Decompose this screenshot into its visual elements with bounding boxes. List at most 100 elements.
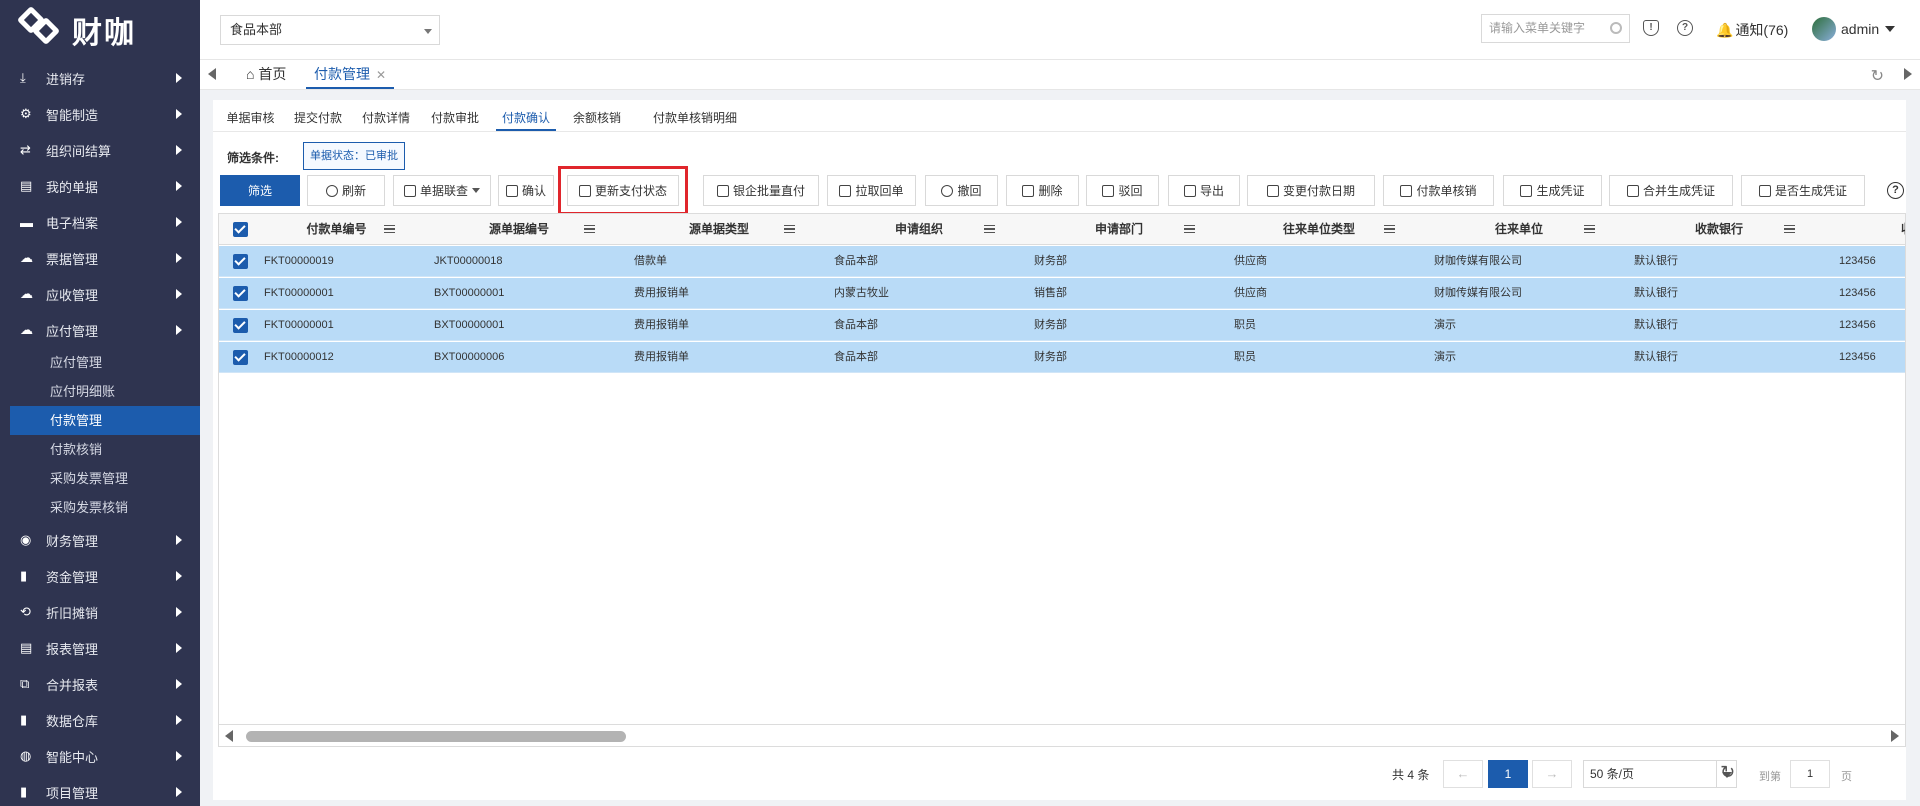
sidebar-subitem[interactable]: 付款管理 <box>10 406 200 435</box>
help-icon[interactable]: ? <box>1887 182 1904 199</box>
column-menu-icon[interactable] <box>984 225 995 233</box>
sidebar-item[interactable]: ◉ 财务管理 <box>0 522 200 558</box>
sidebar-item[interactable]: ⟲ 折旧摊销 <box>0 594 200 630</box>
goto-page-input[interactable]: 1 <box>1790 760 1830 788</box>
table-row[interactable]: FKT00000001 BXT00000001 费用报销单 内蒙古牧业 销售部 供应商 财咖… <box>219 278 1905 309</box>
sidebar-subitem[interactable]: 采购发票核销 <box>0 493 200 522</box>
row-checkbox[interactable] <box>233 318 248 333</box>
table-row[interactable]: FKT00000019 JKT00000018 借款单 食品本部 财务部 供应商 财咖传媒有… <box>219 246 1905 277</box>
reject-button[interactable]: 驳回 <box>1086 175 1159 206</box>
bank-batch-pay-button[interactable]: 银企批量直付 <box>703 175 819 206</box>
help-icon[interactable]: ? <box>1677 20 1693 36</box>
scroll-left-icon[interactable] <box>225 730 233 742</box>
sidebar-item[interactable]: ⇄ 组织间结算 <box>0 132 200 168</box>
scroll-right-icon[interactable] <box>1891 730 1899 742</box>
column-header[interactable]: 申请部门 <box>1019 214 1219 245</box>
row-checkbox[interactable] <box>233 286 248 301</box>
column-menu-icon[interactable] <box>784 225 795 233</box>
fetch-receipt-button[interactable]: 拉取回单 <box>827 175 916 206</box>
shield-icon[interactable]: ! <box>1643 20 1659 36</box>
column-menu-icon[interactable] <box>1784 225 1795 233</box>
refresh-button[interactable]: 刷新 <box>307 175 385 206</box>
notification-link[interactable]: 🔔 通知(76) <box>1716 20 1788 40</box>
column-header[interactable]: 源单据编号 <box>419 214 619 245</box>
column-menu-icon[interactable] <box>584 225 595 233</box>
sub-tab[interactable]: 单据审核 <box>219 107 282 131</box>
scrollbar-thumb[interactable] <box>246 731 626 742</box>
reload-icon[interactable]: ↻ <box>1720 762 1735 783</box>
page-button[interactable]: 1 <box>1488 760 1528 788</box>
close-icon[interactable]: ✕ <box>376 68 386 82</box>
page-size-select[interactable]: 50 条/页 <box>1583 760 1737 788</box>
refresh-tab-icon[interactable]: ↻ <box>1871 66 1884 86</box>
filter-button[interactable]: 筛选 <box>220 175 300 206</box>
tab-scroll-left-icon[interactable] <box>208 68 216 80</box>
table-row[interactable]: FKT00000012 BXT00000006 费用报销单 食品本部 财务部 职员 演示 默认… <box>219 342 1905 373</box>
sidebar-item[interactable]: ☁ 应付管理 <box>0 312 200 348</box>
sidebar-subitem[interactable]: 付款核销 <box>0 435 200 464</box>
sidebar-item[interactable]: ▮ 数据仓库 <box>0 702 200 738</box>
sidebar-item[interactable]: ▤ 我的单据 <box>0 168 200 204</box>
next-page-button[interactable]: → <box>1532 760 1572 788</box>
sidebar-item[interactable]: ▮ 项目管理 <box>0 774 200 806</box>
column-header[interactable]: 源单据类型 <box>619 214 819 245</box>
horizontal-scrollbar[interactable] <box>219 724 1905 746</box>
sub-tab[interactable]: 余额核销 <box>567 107 627 131</box>
column-header[interactable]: 往来单位 <box>1419 214 1619 245</box>
sub-tab[interactable]: 提交付款 <box>288 107 348 131</box>
column-menu-icon[interactable] <box>1384 225 1395 233</box>
sidebar-item[interactable]: ▬ 电子档案 <box>0 204 200 240</box>
cloud-upload-icon: ☁ <box>20 250 33 265</box>
column-header[interactable]: 收款银行 <box>1619 214 1819 245</box>
column-header[interactable]: 往来单位类型 <box>1219 214 1419 245</box>
column-header[interactable]: 申请组织 <box>819 214 1019 245</box>
search-icon[interactable] <box>1610 22 1622 34</box>
select-all-checkbox[interactable] <box>233 222 248 237</box>
sub-tab[interactable]: 付款详情 <box>356 107 416 131</box>
tab-home[interactable]: ⌂ 首页 <box>238 60 294 89</box>
merge-voucher-button[interactable]: 合并生成凭证 <box>1609 175 1733 206</box>
confirm-button[interactable]: 确认 <box>498 175 554 206</box>
sidebar-item[interactable]: ▤ 报表管理 <box>0 630 200 666</box>
generate-voucher-button[interactable]: 生成凭证 <box>1503 175 1602 206</box>
sidebar-subitem[interactable]: 应付管理 <box>0 348 200 377</box>
sidebar-item[interactable]: ◍ 智能中心 <box>0 738 200 774</box>
sidebar-subitem[interactable]: 应付明细账 <box>0 377 200 406</box>
table-row[interactable]: FKT00000001 BXT00000001 费用报销单 食品本部 财务部 职员 演示 默认… <box>219 310 1905 341</box>
table-cell: 演示 <box>1434 351 1456 363</box>
column-menu-icon[interactable] <box>384 225 395 233</box>
sidebar-subitem[interactable]: 采购发票管理 <box>0 464 200 493</box>
row-checkbox[interactable] <box>233 254 248 269</box>
tab-scroll-right-icon[interactable] <box>1904 68 1912 80</box>
brand-logo: 财咖 <box>0 0 200 60</box>
column-header[interactable]: 付款单编号 <box>254 214 419 245</box>
sub-tab[interactable]: 付款单核销明细 <box>640 107 750 131</box>
sidebar-item[interactable]: ▮ 资金管理 <box>0 558 200 594</box>
sidebar-item[interactable]: ⚙ 智能制造 <box>0 96 200 132</box>
tab-payment-management[interactable]: 付款管理 ✕ <box>306 60 395 89</box>
org-select[interactable]: 食品本部 <box>220 15 440 45</box>
sidebar-item[interactable]: ☁ 应收管理 <box>0 276 200 312</box>
withdraw-button[interactable]: 撤回 <box>925 175 998 206</box>
prev-page-button[interactable]: ← <box>1443 760 1483 788</box>
column-header[interactable]: 收 <box>1819 214 1905 245</box>
sidebar-item[interactable]: ☁ 票据管理 <box>0 240 200 276</box>
column-menu-icon[interactable] <box>1584 225 1595 233</box>
voucher-flag-button[interactable]: 是否生成凭证 <box>1741 175 1865 206</box>
linked-query-button[interactable]: 单据联查 <box>393 175 491 206</box>
delete-button[interactable]: 删除 <box>1006 175 1079 206</box>
column-menu-icon[interactable] <box>1184 225 1195 233</box>
sidebar-item[interactable]: ⧉ 合并报表 <box>0 666 200 702</box>
sidebar-item[interactable]: ⤓ 进销存 <box>0 60 200 96</box>
filter-tag-status[interactable]: 单据状态：已审批 <box>303 142 405 170</box>
payment-writeoff-button[interactable]: 付款单核销 <box>1383 175 1494 206</box>
menu-search-input[interactable]: 请输入菜单关键字 <box>1481 14 1630 43</box>
change-pay-date-button[interactable]: 变更付款日期 <box>1247 175 1375 206</box>
update-payment-status-button[interactable]: 更新支付状态 <box>558 166 688 215</box>
sub-tab[interactable]: 付款审批 <box>425 107 485 131</box>
sub-tab[interactable]: 付款确认 <box>496 107 556 131</box>
row-checkbox[interactable] <box>233 350 248 365</box>
export-button[interactable]: 导出 <box>1168 175 1240 206</box>
user-menu[interactable]: admin <box>1812 17 1896 41</box>
sidebar-item-label: 组织间结算 <box>46 143 112 159</box>
